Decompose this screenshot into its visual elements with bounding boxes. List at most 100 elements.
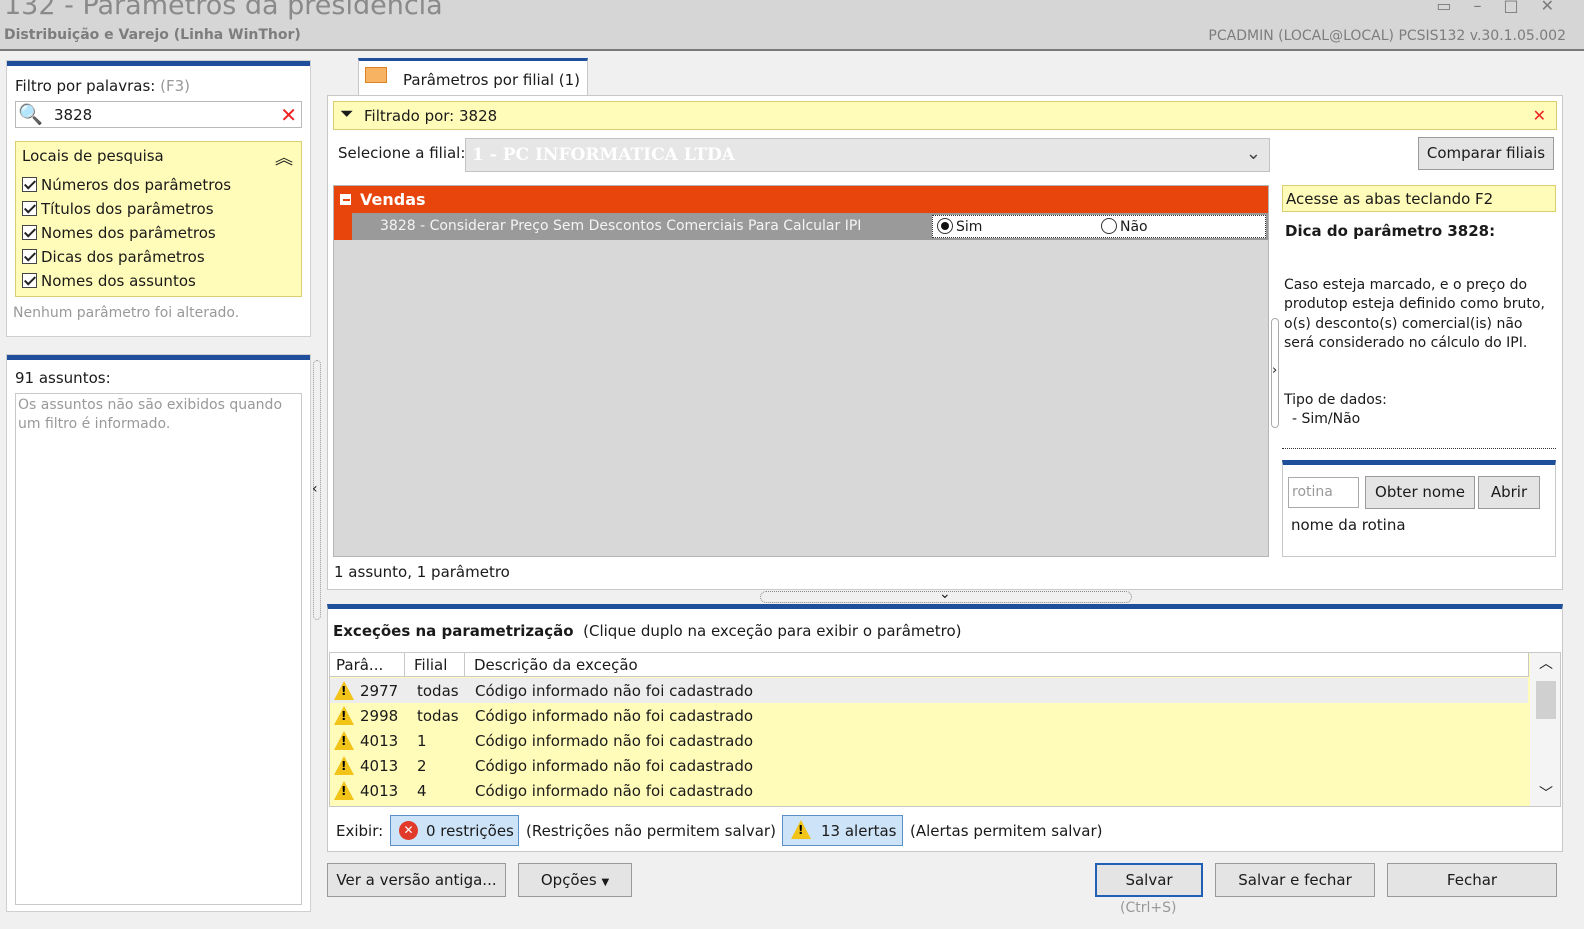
checkbox-icon[interactable]: [22, 249, 37, 264]
checkbox-label: Nomes dos parâmetros: [41, 224, 216, 242]
tip-body: Caso esteja marcado, e o preço do produt…: [1284, 277, 1545, 351]
panel-accent: [7, 355, 310, 360]
app-subtitle: Distribuição e Varejo (Linha WinThor): [4, 27, 301, 43]
tip-splitter[interactable]: ›: [1271, 318, 1279, 428]
exception-filial: 2: [417, 757, 427, 775]
warning-icon: [791, 820, 811, 840]
save-and-close-button[interactable]: Salvar e fechar: [1215, 863, 1375, 897]
alerts-button[interactable]: 13 alertas: [782, 815, 903, 846]
close-icon[interactable]: ✕: [1541, 0, 1576, 15]
checkbox-icon[interactable]: [22, 273, 37, 288]
tip-type-label: Tipo de dados:: [1284, 392, 1387, 409]
folder-icon: [365, 67, 387, 83]
summary-text: 1 assunto, 1 parâmetro: [334, 563, 510, 581]
checkbox-label: Títulos dos parâmetros: [41, 200, 214, 218]
radio-yes[interactable]: Sim: [937, 218, 982, 235]
tip-title: Dica do parâmetro 3828:: [1285, 222, 1496, 240]
exceptions-hint: (Clique duplo na exceção para exibir o p…: [583, 622, 962, 640]
chevron-left-icon[interactable]: ‹: [312, 481, 318, 497]
scroll-down-icon[interactable]: ﹀: [1539, 783, 1553, 803]
tip-content: Caso esteja marcado, e o preço do produt…: [1284, 276, 1556, 428]
search-location-check[interactable]: Títulos dos parâmetros: [22, 200, 231, 224]
clear-filter-icon[interactable]: ✕: [280, 103, 297, 127]
radio-no-icon[interactable]: [1101, 218, 1117, 234]
exception-filial: 1: [417, 732, 427, 750]
alerts-label: 13 alertas: [821, 822, 897, 840]
radio-no[interactable]: Não: [1101, 218, 1148, 235]
caret-down-icon: ▼: [601, 877, 610, 888]
search-location-check[interactable]: Nomes dos assuntos: [22, 272, 231, 296]
exception-row[interactable]: 4013 1 Código informado não foi cadastrado: [330, 728, 1528, 753]
checkbox-label: Nomes dos assuntos: [41, 272, 196, 290]
panel-accent: [7, 61, 310, 66]
funnel-icon: ⏷: [340, 104, 354, 124]
checkbox-icon[interactable]: [22, 177, 37, 192]
exceptions-title: Exceções na parametrização: [333, 622, 574, 640]
clear-filter-banner-icon[interactable]: ✕: [1533, 106, 1546, 125]
filter-search-box[interactable]: 🔍 3828 ✕: [15, 101, 302, 128]
chevron-down-icon[interactable]: ⌄: [1246, 143, 1261, 164]
tip-banner: Acesse as abas teclando F2: [1282, 185, 1556, 212]
chevron-down-splitter-icon[interactable]: ⌄: [939, 586, 951, 602]
tip-type-value: - Sim/Não: [1292, 411, 1361, 428]
exceptions-header: Exceções na parametrização (Clique duplo…: [333, 622, 961, 640]
exception-row[interactable]: 2977 todas Código informado não foi cadast…: [330, 678, 1528, 703]
vertical-splitter[interactable]: ‹: [312, 360, 321, 620]
param-value-editor[interactable]: Sim Não: [932, 215, 1266, 238]
warning-icon: [334, 681, 354, 701]
alerts-note: (Alertas permitem salvar): [910, 822, 1103, 840]
checkbox-icon[interactable]: [22, 201, 37, 216]
scroll-up-icon[interactable]: ︿: [1539, 653, 1553, 673]
old-version-button[interactable]: Ver a versão antiga...: [327, 863, 506, 897]
save-button[interactable]: Salvar: [1095, 863, 1203, 897]
checkbox-icon[interactable]: [22, 225, 37, 240]
filter-label: Filtro por palavras: (F3): [15, 77, 191, 95]
scroll-thumb[interactable]: [1536, 681, 1556, 719]
exception-param: 2977: [360, 682, 399, 700]
radio-yes-icon[interactable]: [937, 218, 953, 234]
col-filial[interactable]: Filial: [414, 656, 447, 674]
exception-row[interactable]: 2998 todas Código informado não foi cadast…: [330, 703, 1528, 728]
collapse-group-icon[interactable]: [340, 194, 351, 205]
collapse-icon[interactable]: ︽: [275, 144, 293, 170]
routine-panel: rotina Obter nome Abrir nome da rotina: [1282, 460, 1556, 557]
subjects-list[interactable]: Os assuntos não são exibidos quando um f…: [15, 393, 302, 905]
window-controls[interactable]: ▭–□✕: [1436, 0, 1576, 15]
chevron-right-icon[interactable]: ›: [1272, 363, 1277, 378]
exceptions-scrollbar[interactable]: ︿ ﹀: [1530, 653, 1560, 806]
col-param[interactable]: Parâ...: [336, 656, 383, 674]
routine-input[interactable]: rotina: [1288, 477, 1359, 508]
col-description[interactable]: Descrição da exceção: [474, 656, 638, 674]
open-button[interactable]: Abrir: [1478, 476, 1540, 509]
filter-panel: Filtro por palavras: (F3) 🔍 3828 ✕ Locai…: [6, 60, 311, 337]
minimize-icon[interactable]: –: [1473, 0, 1503, 15]
change-status: Nenhum parâmetro foi alterado.: [13, 305, 240, 321]
filter-banner: ⏷ Filtrado por: 3828 ✕: [333, 101, 1557, 130]
exception-row[interactable]: 4013 4 Código informado não foi cadastrado: [330, 778, 1528, 803]
horizontal-splitter[interactable]: ⌄: [760, 586, 1132, 603]
branch-select-value: 1 - PC INFORMATICA LTDA: [472, 145, 735, 165]
tip-banner-text: Acesse as abas teclando F2: [1286, 190, 1494, 208]
exception-row[interactable]: 4013 2 Código informado não foi cadastrado: [330, 753, 1528, 778]
branch-select[interactable]: 1 - PC INFORMATICA LTDA ⌄: [465, 138, 1270, 172]
search-location-check[interactable]: Dicas dos parâmetros: [22, 248, 231, 272]
filter-input[interactable]: 3828: [54, 106, 92, 124]
compare-branches-button[interactable]: Comparar filiais: [1418, 137, 1554, 170]
exception-description: Código informado não foi cadastrado: [475, 732, 754, 750]
close-button[interactable]: Fechar: [1387, 863, 1557, 897]
search-location-check[interactable]: Números dos parâmetros: [22, 176, 231, 200]
restore-icon[interactable]: ▭: [1436, 0, 1473, 15]
tab-params-by-branch[interactable]: Parâmetros por filial (1): [358, 58, 588, 96]
exception-description: Código informado não foi cadastrado: [475, 682, 754, 700]
branch-label: Selecione a filial:: [338, 144, 466, 162]
exceptions-table[interactable]: Parâ... Filial Descrição da exceção 2977…: [329, 652, 1561, 807]
restrictions-button[interactable]: ✕ 0 restrições: [390, 815, 519, 846]
search-location-check[interactable]: Nomes dos parâmetros: [22, 224, 231, 248]
maximize-icon[interactable]: □: [1503, 0, 1540, 15]
group-title: Vendas: [360, 190, 426, 209]
options-button[interactable]: Opções ▼: [518, 863, 632, 897]
param-row-3828[interactable]: 3828 - Considerar Preço Sem Descontos Co…: [334, 213, 1268, 240]
get-name-button[interactable]: Obter nome: [1365, 476, 1475, 509]
exception-param: 4013: [360, 732, 399, 750]
group-header-vendas[interactable]: Vendas: [334, 186, 1268, 213]
